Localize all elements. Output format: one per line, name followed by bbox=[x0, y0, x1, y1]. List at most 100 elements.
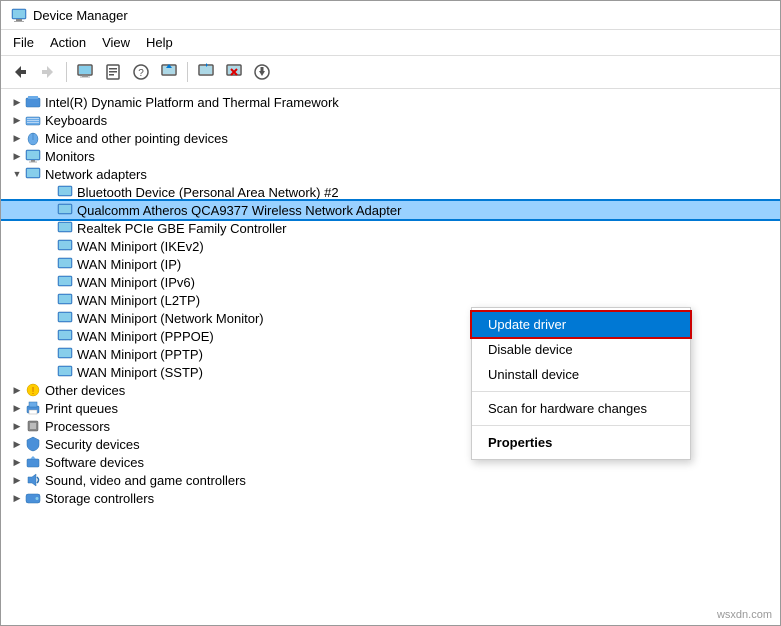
menu-action[interactable]: Action bbox=[42, 32, 94, 53]
svg-text:!: ! bbox=[32, 386, 35, 397]
tree-item-label: WAN Miniport (PPPOE) bbox=[77, 329, 214, 344]
tree-expand-arrow[interactable]: ▶ bbox=[9, 94, 25, 110]
tree-item-wan3[interactable]: WAN Miniport (IPv6) bbox=[1, 273, 780, 291]
scan-button[interactable] bbox=[193, 59, 219, 85]
tree-expand-arrow bbox=[41, 202, 57, 218]
context-menu-separator bbox=[472, 425, 690, 426]
tree-expand-arrow bbox=[41, 328, 57, 344]
update-driver-button[interactable] bbox=[156, 59, 182, 85]
properties-button[interactable] bbox=[100, 59, 126, 85]
tree-expand-arrow bbox=[41, 364, 57, 380]
tree-item-icon bbox=[57, 364, 73, 380]
tree-item-icon bbox=[25, 436, 41, 452]
tree-expand-arrow[interactable]: ▶ bbox=[9, 400, 25, 416]
tree-item-bluetooth[interactable]: Bluetooth Device (Personal Area Network)… bbox=[1, 183, 780, 201]
watermark: wsxdn.com bbox=[717, 609, 772, 621]
tree-item-label: WAN Miniport (IP) bbox=[77, 257, 181, 272]
tree-item-sound[interactable]: ▶ Sound, video and game controllers bbox=[1, 471, 780, 489]
context-menu-item-props[interactable]: Properties bbox=[472, 430, 690, 455]
help-button[interactable]: ? bbox=[128, 59, 154, 85]
tree-item-label: WAN Miniport (IPv6) bbox=[77, 275, 195, 290]
tree-item-label: Bluetooth Device (Personal Area Network)… bbox=[77, 185, 339, 200]
context-menu: Update driverDisable deviceUninstall dev… bbox=[471, 307, 691, 460]
tree-item-label: Software devices bbox=[45, 455, 144, 470]
context-menu-item-uninstall[interactable]: Uninstall device bbox=[472, 362, 690, 387]
tree-expand-arrow bbox=[41, 310, 57, 326]
tree-item-icon bbox=[57, 238, 73, 254]
tree-expand-arrow[interactable]: ▶ bbox=[9, 148, 25, 164]
context-menu-item-scan[interactable]: Scan for hardware changes bbox=[472, 396, 690, 421]
tree-expand-arrow[interactable]: ▶ bbox=[9, 490, 25, 506]
tree-item-qualcomm[interactable]: Qualcomm Atheros QCA9377 Wireless Networ… bbox=[1, 201, 780, 219]
tree-item-icon bbox=[57, 274, 73, 290]
context-menu-item-disable[interactable]: Disable device bbox=[472, 337, 690, 362]
tree-item-intel[interactable]: ▶ Intel(R) Dynamic Platform and Thermal F… bbox=[1, 93, 780, 111]
context-menu-item-update[interactable]: Update driver bbox=[472, 312, 690, 337]
tree-item-icon bbox=[57, 184, 73, 200]
tree-item-icon bbox=[57, 202, 73, 218]
tree-item-label: Other devices bbox=[45, 383, 125, 398]
forward-button[interactable] bbox=[35, 59, 61, 85]
tree-expand-arrow[interactable]: ▶ bbox=[9, 130, 25, 146]
tree-item-label: Monitors bbox=[45, 149, 95, 164]
tree-item-icon bbox=[25, 94, 41, 110]
tree-item-network[interactable]: ▼Network adapters bbox=[1, 165, 780, 183]
tree-expand-arrow[interactable]: ▶ bbox=[9, 454, 25, 470]
tree-item-icon bbox=[25, 400, 41, 416]
tree-item-label: Intel(R) Dynamic Platform and Thermal Fr… bbox=[45, 95, 339, 110]
device-manager-window: Device Manager File Action View Help bbox=[0, 0, 781, 626]
tree-item-icon bbox=[25, 112, 41, 128]
tree-item-label: Security devices bbox=[45, 437, 140, 452]
toolbar-separator-1 bbox=[66, 62, 67, 82]
tree-item-label: WAN Miniport (PPTP) bbox=[77, 347, 203, 362]
tree-item-mice[interactable]: ▶ Mice and other pointing devices bbox=[1, 129, 780, 147]
back-button[interactable] bbox=[7, 59, 33, 85]
menu-help[interactable]: Help bbox=[138, 32, 181, 53]
tree-item-label: Processors bbox=[45, 419, 110, 434]
tree-item-icon bbox=[57, 292, 73, 308]
tree-item-icon bbox=[25, 148, 41, 164]
menu-file[interactable]: File bbox=[5, 32, 42, 53]
tree-item-icon bbox=[25, 130, 41, 146]
tree-expand-arrow bbox=[41, 256, 57, 272]
tree-item-icon bbox=[57, 328, 73, 344]
tree-item-icon: ! bbox=[25, 382, 41, 398]
tree-item-label: WAN Miniport (Network Monitor) bbox=[77, 311, 264, 326]
tree-item-label: Mice and other pointing devices bbox=[45, 131, 228, 146]
title-bar: Device Manager bbox=[1, 1, 780, 30]
tree-item-icon bbox=[57, 310, 73, 326]
tree-expand-arrow[interactable]: ▶ bbox=[9, 112, 25, 128]
tree-expand-arrow[interactable]: ▶ bbox=[9, 472, 25, 488]
uninstall-button[interactable] bbox=[221, 59, 247, 85]
tree-item-label: Realtek PCIe GBE Family Controller bbox=[77, 221, 287, 236]
tree-expand-arrow[interactable]: ▼ bbox=[9, 166, 25, 182]
tree-item-label: Sound, video and game controllers bbox=[45, 473, 246, 488]
tree-expand-arrow bbox=[41, 346, 57, 362]
tree-item-icon bbox=[25, 418, 41, 434]
tree-item-keyboards[interactable]: ▶ Keyboards bbox=[1, 111, 780, 129]
tree-expand-arrow bbox=[41, 292, 57, 308]
tree-item-wan1[interactable]: WAN Miniport (IKEv2) bbox=[1, 237, 780, 255]
computer-button[interactable] bbox=[72, 59, 98, 85]
svg-text:?: ? bbox=[138, 68, 144, 79]
tree-item-icon bbox=[25, 490, 41, 506]
tree-expand-arrow bbox=[41, 274, 57, 290]
tree-expand-arrow[interactable]: ▶ bbox=[9, 382, 25, 398]
tree-item-label: WAN Miniport (L2TP) bbox=[77, 293, 200, 308]
tree-item-icon bbox=[25, 166, 41, 182]
tree-item-icon bbox=[57, 256, 73, 272]
tree-expand-arrow[interactable]: ▶ bbox=[9, 436, 25, 452]
title-bar-icon bbox=[11, 7, 27, 23]
toolbar-separator-2 bbox=[187, 62, 188, 82]
tree-expand-arrow[interactable]: ▶ bbox=[9, 418, 25, 434]
tree-item-realtek[interactable]: Realtek PCIe GBE Family Controller bbox=[1, 219, 780, 237]
tree-item-monitors[interactable]: ▶ Monitors bbox=[1, 147, 780, 165]
tree-item-wan2[interactable]: WAN Miniport (IP) bbox=[1, 255, 780, 273]
tree-item-icon bbox=[25, 454, 41, 470]
menu-view[interactable]: View bbox=[94, 32, 138, 53]
tree-item-label: Keyboards bbox=[45, 113, 107, 128]
tree-item-label: Storage controllers bbox=[45, 491, 154, 506]
install-button[interactable] bbox=[249, 59, 275, 85]
tree-item-label: Print queues bbox=[45, 401, 118, 416]
tree-item-storage[interactable]: ▶ Storage controllers bbox=[1, 489, 780, 507]
